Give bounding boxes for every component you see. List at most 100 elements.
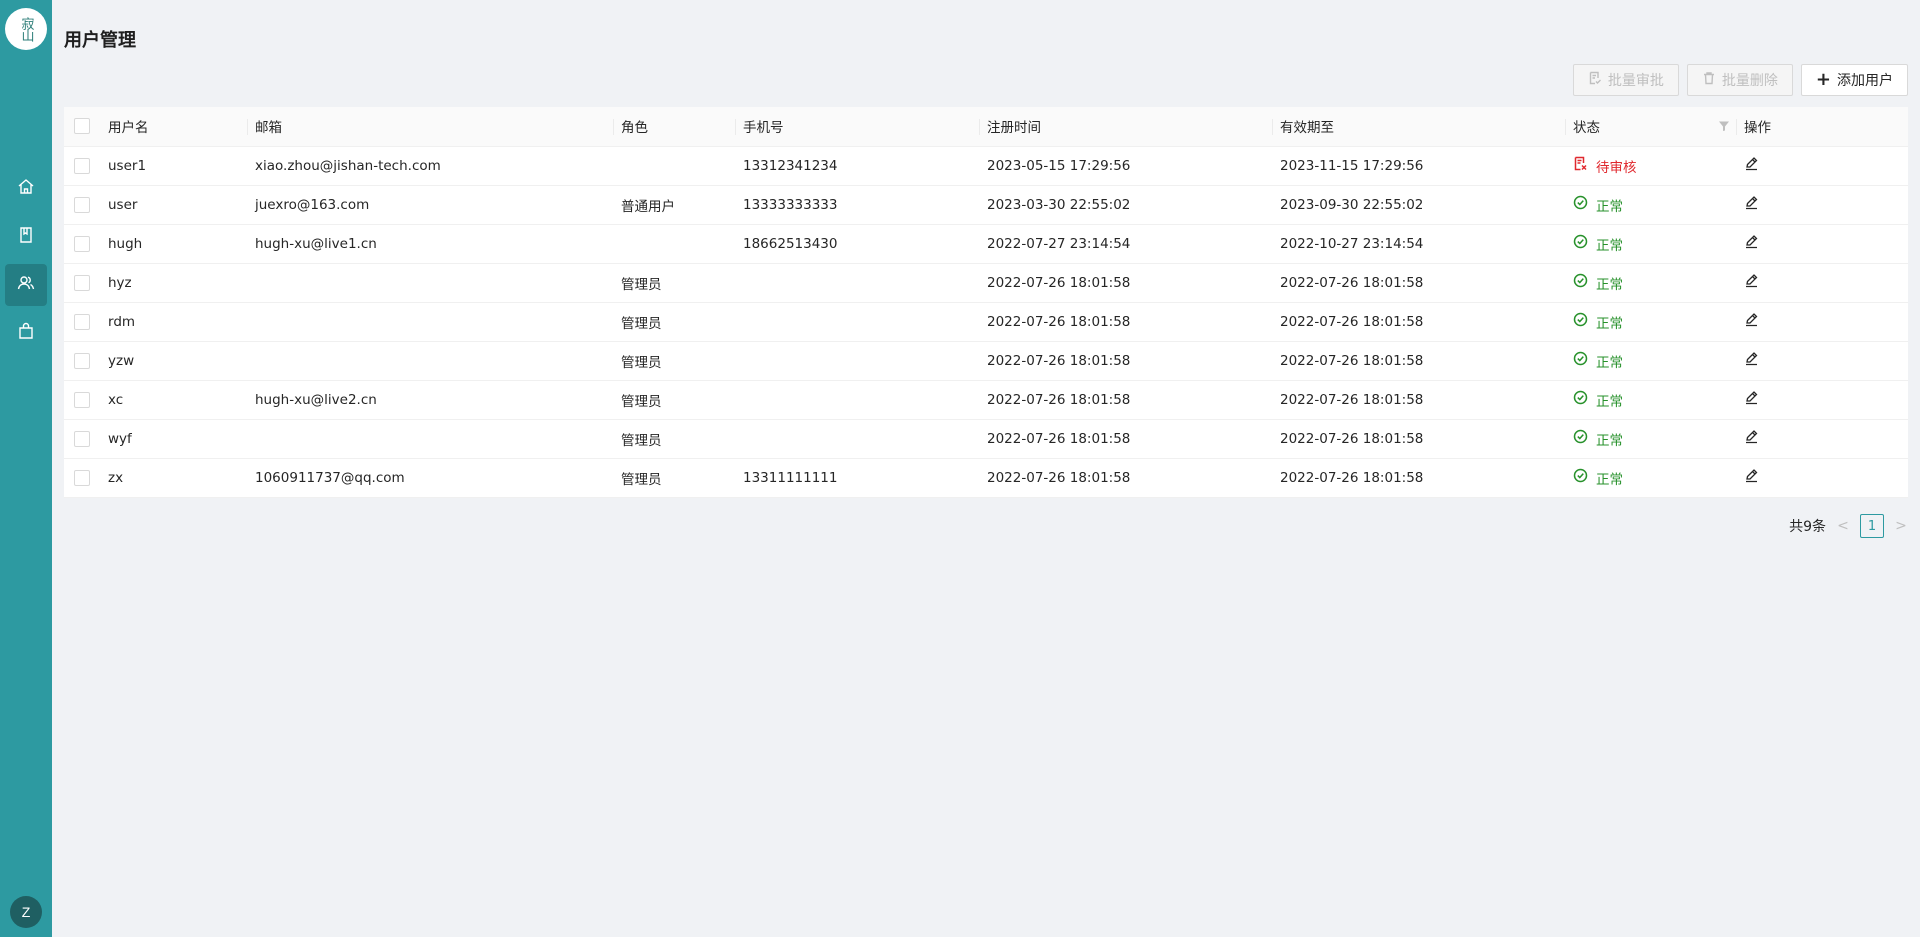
bag-icon — [17, 322, 35, 344]
sidebar-item-bag[interactable] — [5, 312, 47, 354]
cell-valid-until: 2022-07-26 18:01:58 — [1272, 302, 1565, 342]
status-label: 正常 — [1596, 471, 1623, 488]
cell-phone: 18662513430 — [735, 224, 979, 264]
row-checkbox[interactable] — [74, 196, 90, 213]
cell-valid-until: 2022-10-27 23:14:54 — [1272, 224, 1565, 264]
cell-registered: 2022-07-26 18:01:58 — [979, 341, 1272, 381]
cell-valid-until: 2023-09-30 22:55:02 — [1272, 185, 1565, 225]
table-row: wyf 管理员 2022-07-26 18:01:58 2022-07-26 18:0… — [64, 419, 1908, 459]
edit-icon[interactable] — [1744, 273, 1759, 288]
sidebar-item-users[interactable] — [5, 264, 47, 306]
column-header-registered: 注册时间 — [979, 107, 1272, 147]
cell-role: 普通用户 — [613, 185, 735, 225]
cell-phone — [735, 341, 979, 381]
cell-status: 正常 — [1565, 302, 1736, 342]
edit-icon[interactable] — [1744, 390, 1759, 405]
row-checkbox[interactable] — [74, 469, 90, 486]
cell-username: user1 — [100, 146, 247, 186]
cell-actions — [1736, 458, 1908, 498]
edit-icon[interactable] — [1744, 156, 1759, 171]
table-header-row: 用户名 邮箱 角色 手机号 注册时间 有效期至 状态 操作 — [64, 107, 1908, 147]
check-circle-icon — [1573, 312, 1588, 331]
cell-role — [613, 224, 735, 264]
total-count: 共9条 — [1789, 519, 1826, 535]
edit-icon[interactable] — [1744, 351, 1759, 366]
check-circle-icon — [1573, 390, 1588, 409]
select-all-checkbox[interactable] — [74, 118, 90, 135]
cell-status: 正常 — [1565, 341, 1736, 381]
cell-registered: 2022-07-26 18:01:58 — [979, 302, 1272, 342]
column-header-status-label: 状态 — [1573, 120, 1600, 137]
add-user-label: 添加用户 — [1837, 73, 1893, 89]
cell-registered: 2022-07-26 18:01:58 — [979, 458, 1272, 498]
users-icon — [17, 274, 35, 296]
cell-actions — [1736, 224, 1908, 264]
check-circle-icon — [1573, 351, 1588, 370]
filter-icon[interactable] — [1718, 120, 1730, 132]
batch-approve-label: 批量审批 — [1607, 73, 1664, 89]
cell-valid-until: 2022-07-26 18:01:58 — [1272, 380, 1565, 420]
edit-icon[interactable] — [1744, 195, 1759, 210]
status-label: 正常 — [1596, 354, 1623, 371]
status-badge: 正常 — [1573, 429, 1623, 449]
prev-page-button[interactable]: < — [1836, 518, 1850, 534]
page-number-1[interactable]: 1 — [1860, 514, 1884, 538]
row-checkbox[interactable] — [74, 313, 90, 330]
table-row: yzw 管理员 2022-07-26 18:01:58 2022-07-26 18:0… — [64, 341, 1908, 381]
app-logo[interactable]: 寂山 — [5, 8, 47, 50]
avatar[interactable]: Z — [10, 896, 42, 928]
sidebar-item-book[interactable] — [5, 216, 47, 258]
cell-phone: 13333333333 — [735, 185, 979, 225]
edit-icon[interactable] — [1744, 468, 1759, 483]
add-user-button[interactable]: + 添加用户 — [1800, 64, 1908, 96]
cell-registered: 2023-03-30 22:55:02 — [979, 185, 1272, 225]
batch-delete-button[interactable]: 批量删除 — [1686, 64, 1793, 96]
row-checkbox[interactable] — [74, 430, 90, 447]
cell-phone — [735, 380, 979, 420]
table-row: hyz 管理员 2022-07-26 18:01:58 2022-07-26 18:0… — [64, 263, 1908, 303]
cell-actions — [1736, 419, 1908, 459]
cell-username: hugh — [100, 224, 247, 264]
cell-actions — [1736, 185, 1908, 225]
row-checkbox[interactable] — [74, 235, 90, 252]
edit-icon[interactable] — [1744, 234, 1759, 249]
status-label: 待审核 — [1596, 159, 1637, 176]
cell-actions — [1736, 302, 1908, 342]
cell-email — [247, 419, 613, 459]
cell-actions — [1736, 341, 1908, 381]
column-header-username: 用户名 — [100, 107, 247, 147]
status-label: 正常 — [1596, 393, 1623, 410]
batch-approve-button[interactable]: 批量审批 — [1572, 64, 1679, 96]
edit-icon[interactable] — [1744, 429, 1759, 444]
cell-status: 正常 — [1565, 458, 1736, 498]
cell-email: xiao.zhou@jishan-tech.com — [247, 146, 613, 186]
sidebar-item-home[interactable] — [5, 168, 47, 210]
cell-email: hugh-xu@live1.cn — [247, 224, 613, 264]
approve-icon — [1588, 71, 1602, 89]
cell-role: 管理员 — [613, 302, 735, 342]
pagination: 共9条 < 1 > — [1789, 514, 1908, 538]
cell-role: 管理员 — [613, 458, 735, 498]
cell-registered: 2023-05-15 17:29:56 — [979, 146, 1272, 186]
pending-review-icon — [1573, 156, 1588, 175]
table-row: zx 1060911737@qq.com 管理员 13311111111 2022-07… — [64, 458, 1908, 498]
cell-email: juexro@163.com — [247, 185, 613, 225]
row-checkbox[interactable] — [74, 352, 90, 369]
next-page-button[interactable]: > — [1894, 518, 1908, 534]
cell-registered: 2022-07-27 23:14:54 — [979, 224, 1272, 264]
row-checkbox[interactable] — [74, 274, 90, 291]
row-checkbox[interactable] — [74, 157, 90, 174]
column-header-actions: 操作 — [1736, 107, 1908, 147]
cell-registered: 2022-07-26 18:01:58 — [979, 263, 1272, 303]
sidebar: 寂山 Z — [0, 0, 52, 937]
edit-icon[interactable] — [1744, 312, 1759, 327]
row-checkbox[interactable] — [74, 391, 90, 408]
users-table: 用户名 邮箱 角色 手机号 注册时间 有效期至 状态 操作 user1 xiao.… — [64, 107, 1908, 498]
status-label: 正常 — [1596, 237, 1623, 254]
cell-phone: 13312341234 — [735, 146, 979, 186]
cell-actions — [1736, 146, 1908, 186]
trash-icon — [1702, 71, 1716, 89]
batch-delete-label: 批量删除 — [1721, 73, 1778, 89]
check-circle-icon — [1573, 234, 1588, 253]
status-label: 正常 — [1596, 198, 1623, 215]
